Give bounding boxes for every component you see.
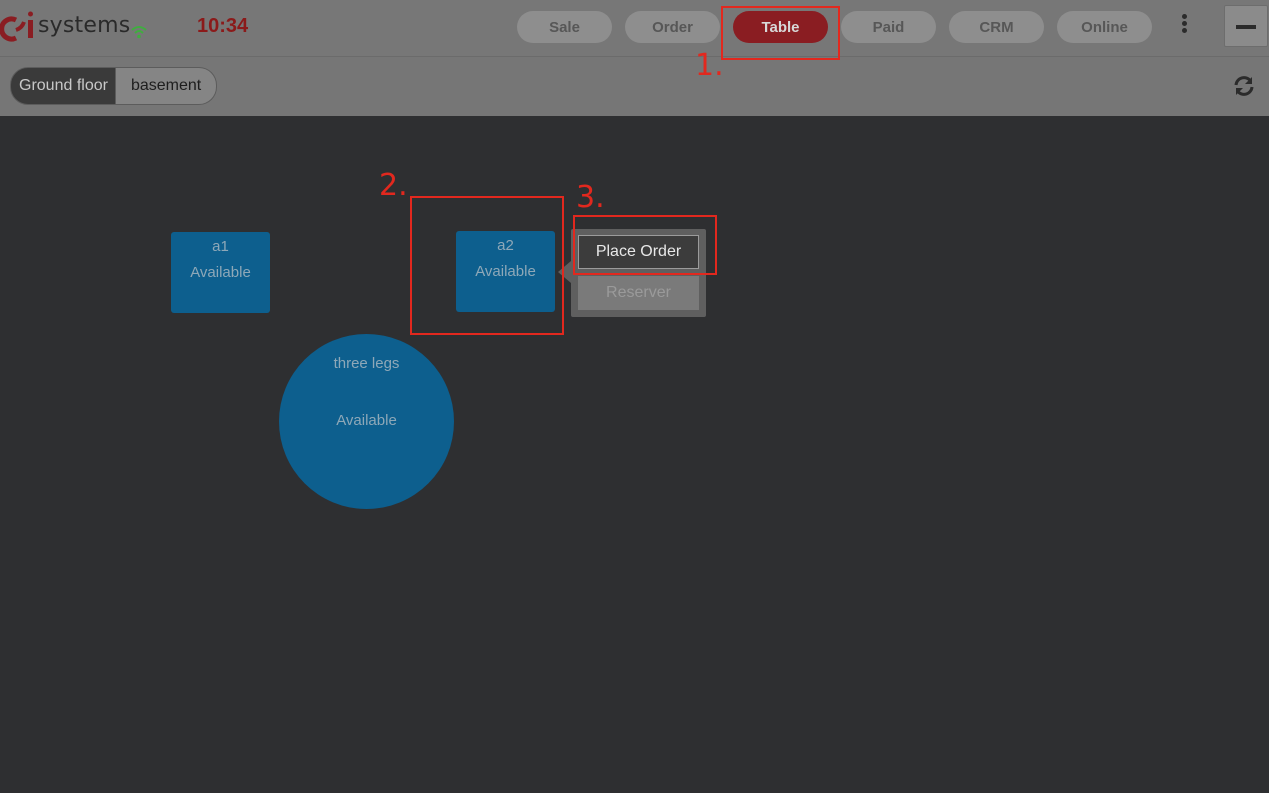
- nav-paid[interactable]: Paid: [841, 11, 936, 43]
- annotation-label-2: 2.: [379, 168, 408, 203]
- nav-crm[interactable]: CRM: [949, 11, 1044, 43]
- table-status: Available: [336, 412, 397, 429]
- clock: 10:34: [197, 15, 249, 37]
- floor-tab-ground[interactable]: Ground floor: [10, 67, 116, 105]
- refresh-icon[interactable]: [1232, 74, 1256, 98]
- table-status: Available: [190, 264, 251, 281]
- floor-bar: Ground floor basement: [0, 57, 1269, 116]
- table-a1[interactable]: a1 Available: [171, 232, 270, 313]
- nav-sale[interactable]: Sale: [517, 11, 612, 43]
- brand-logo: [0, 8, 36, 44]
- top-header: systems 10:34 Sale Order Table Paid CRM …: [0, 0, 1269, 57]
- annotation-label-1: 1.: [695, 48, 724, 83]
- wifi-icon: [131, 26, 147, 39]
- reserve-button[interactable]: Reserver: [578, 276, 699, 310]
- annotation-box-3: [573, 215, 717, 275]
- minimize-button[interactable]: [1224, 5, 1268, 47]
- annotation-box-1: [721, 6, 840, 60]
- kebab-menu-icon[interactable]: [1178, 14, 1190, 40]
- annotation-label-3: 3.: [576, 180, 605, 215]
- floor-tab-basement[interactable]: basement: [115, 67, 218, 105]
- minimize-icon: [1236, 25, 1256, 29]
- annotation-box-2: [410, 196, 564, 335]
- table-name: three legs: [333, 355, 400, 372]
- brand-name: systems: [38, 13, 131, 38]
- nav-online[interactable]: Online: [1057, 11, 1152, 43]
- nav-order[interactable]: Order: [625, 11, 720, 43]
- floor-selector: Ground floor basement: [10, 67, 218, 105]
- logo-mark-icon: [0, 11, 33, 42]
- table-three-legs[interactable]: three legs Available: [279, 334, 454, 509]
- table-name: a1: [212, 238, 229, 255]
